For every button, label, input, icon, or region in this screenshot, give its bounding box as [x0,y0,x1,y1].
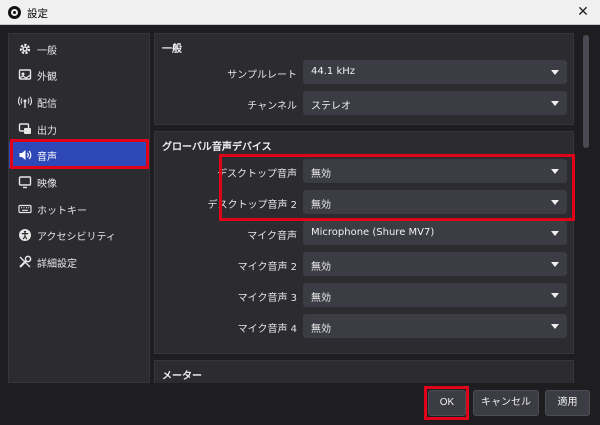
accessibility-icon [18,228,32,242]
sidebar-item-label: 配信 [37,99,57,110]
mic-audio-3-select[interactable]: 無効 [303,283,567,307]
mic-audio-4-label: マイク音声 4 [237,324,297,335]
sample-rate-select[interactable]: 44.1 kHz [303,60,567,84]
close-icon[interactable]: ✕ [566,0,600,24]
sidebar-item-label: アクセシビリティ [37,232,116,243]
mic-audio-row: マイク音声 Microphone (Shure MV7) [155,221,573,245]
appearance-icon [18,68,32,82]
obs-logo-icon [8,6,21,19]
keyboard-icon [18,202,32,216]
sample-rate-value: 44.1 kHz [311,66,356,77]
sidebar-item-general[interactable]: 一般 [9,36,149,62]
gear-icon [18,42,32,56]
mic-audio-2-label: マイク音声 2 [237,262,297,273]
mic-audio-label: マイク音声 [247,231,297,242]
output-icon [18,122,32,136]
mic-audio-4-select[interactable]: 無効 [303,314,567,338]
highlight-box-desktop-audio [219,154,575,221]
broadcast-icon [17,95,33,109]
sidebar-item-stream[interactable]: 配信 [9,89,149,115]
chevron-down-icon [551,262,559,267]
channels-select[interactable]: ステレオ [303,91,567,115]
sample-rate-row: サンプルレート 44.1 kHz [155,60,573,84]
apply-button[interactable]: 適用 [545,390,590,416]
mic-audio-select[interactable]: Microphone (Shure MV7) [303,221,567,245]
section-title-meters: メーター [162,371,202,382]
settings-sidebar: 一般 外観 配信 出力 音声 映像 ホットキー アクセシビリティ 詳細設定 [8,33,150,383]
highlight-box-audio [10,139,149,169]
chevron-down-icon [551,231,559,236]
chevron-down-icon [551,293,559,298]
sidebar-item-label: 外観 [37,72,57,83]
highlight-box-ok [424,386,469,420]
sidebar-item-label: ホットキー [37,206,87,217]
sidebar-item-appearance[interactable]: 外観 [9,62,149,88]
mic-audio-3-row: マイク音声 3 無効 [155,283,573,307]
channels-value: ステレオ [311,101,351,112]
title-bar: 設定 ✕ [0,0,600,25]
tools-icon [18,255,32,269]
mic-audio-2-row: マイク音声 2 無効 [155,252,573,276]
sidebar-item-label: 詳細設定 [37,259,77,270]
section-title-global-audio: グローバル音声デバイス [162,142,272,153]
mic-audio-2-select[interactable]: 無効 [303,252,567,276]
general-section: 一般 サンプルレート 44.1 kHz チャンネル ステレオ [154,33,574,125]
sidebar-item-advanced[interactable]: 詳細設定 [9,249,149,275]
chevron-down-icon [551,101,559,106]
section-title-general: 一般 [162,44,182,55]
sidebar-item-label: 一般 [37,46,57,57]
content-scrollbar[interactable] [580,33,592,383]
mic-audio-4-value: 無効 [311,324,331,335]
mic-audio-value: Microphone (Shure MV7) [311,227,435,238]
sidebar-item-label: 映像 [37,179,57,190]
sidebar-item-video[interactable]: 映像 [9,169,149,195]
monitor-icon [18,175,32,189]
sample-rate-label: サンプルレート [227,70,297,81]
mic-audio-3-label: マイク音声 3 [237,293,297,304]
meters-section: メーター [154,360,574,383]
sidebar-item-label: 出力 [37,126,57,137]
mic-audio-4-row: マイク音声 4 無効 [155,314,573,338]
cancel-button[interactable]: キャンセル [473,390,539,416]
chevron-down-icon [551,70,559,75]
sidebar-item-accessibility[interactable]: アクセシビリティ [9,222,149,248]
mic-audio-3-value: 無効 [311,293,331,304]
sidebar-item-hotkeys[interactable]: ホットキー [9,196,149,222]
channels-label: チャンネル [247,101,297,112]
channels-row: チャンネル ステレオ [155,91,573,115]
window-title: 設定 [27,8,48,20]
scrollbar-thumb[interactable] [583,35,589,148]
mic-audio-2-value: 無効 [311,262,331,273]
chevron-down-icon [551,324,559,329]
